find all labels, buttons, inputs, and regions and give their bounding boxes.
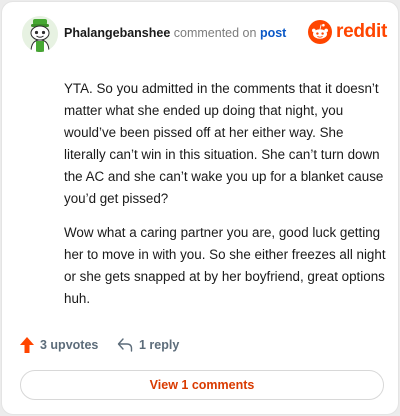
reply-count: 1 reply xyxy=(139,338,180,352)
username-link[interactable]: Phalangebanshee xyxy=(64,26,170,40)
upvote-arrow-icon xyxy=(20,337,34,353)
upvote-button[interactable]: 3 upvotes xyxy=(20,335,98,355)
snoo-avatar-icon xyxy=(22,16,58,52)
reddit-brand[interactable]: reddit xyxy=(308,19,387,47)
reply-arrow-icon xyxy=(117,338,133,352)
comment-body: YTA. So you admitted in the comments tha… xyxy=(64,78,386,322)
comment-actions: 3 upvotes 1 reply xyxy=(20,335,380,355)
comment-card: Phalangebanshee commented on post reddit… xyxy=(1,1,399,415)
reply-button[interactable]: 1 reply xyxy=(117,335,179,355)
comment-paragraph: Wow what a caring partner you are, good … xyxy=(64,225,386,306)
comment-header: Phalangebanshee commented on post reddit xyxy=(22,16,387,52)
brand-wordmark: reddit xyxy=(336,21,387,42)
action-text: commented on xyxy=(173,26,257,40)
avatar[interactable] xyxy=(22,16,58,52)
comment-paragraph: YTA. So you admitted in the comments tha… xyxy=(64,81,384,206)
reddit-logo-icon xyxy=(308,20,332,44)
post-link[interactable]: post xyxy=(260,26,286,40)
comment-meta: Phalangebanshee commented on post xyxy=(64,26,286,40)
view-comments-button[interactable]: View 1 comments xyxy=(20,370,384,400)
upvote-count: 3 upvotes xyxy=(40,338,99,352)
